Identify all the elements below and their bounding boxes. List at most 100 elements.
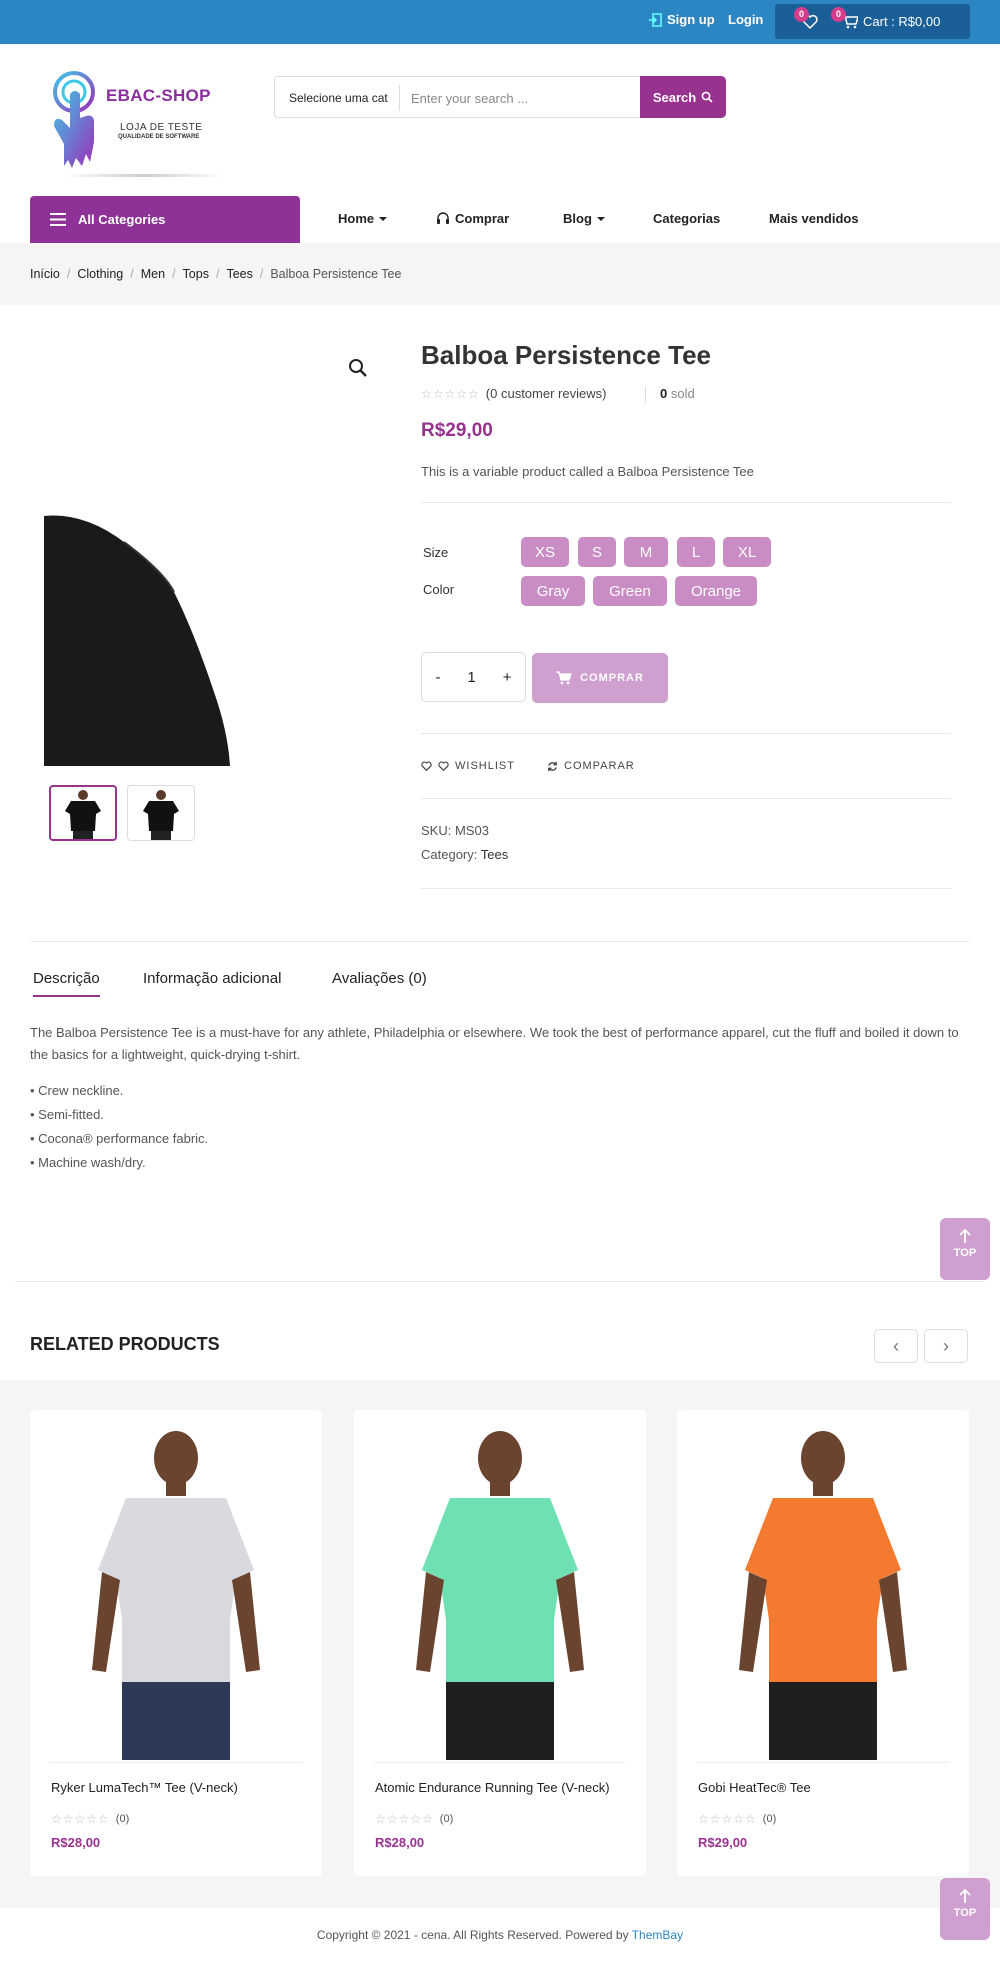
category-label: Category: (421, 847, 478, 862)
divider (421, 733, 951, 734)
breadcrumb-link-men[interactable]: Men (141, 267, 165, 281)
logo-shadow (64, 174, 224, 177)
nav-home-label: Home (338, 211, 375, 226)
card-divider (50, 1762, 302, 1763)
feature-list: • Crew neckline. • Semi-fitted. • Cocona… (30, 1079, 208, 1175)
nav-comprar-label: Comprar (455, 211, 510, 226)
product-card-image[interactable] (40, 1420, 312, 1760)
star-rating-icon: ☆☆☆☆☆ (375, 1812, 434, 1826)
product-thumbnail-front[interactable] (49, 785, 117, 841)
product-card-name[interactable]: Atomic Endurance Running Tee (V-neck) (375, 1780, 610, 1795)
breadcrumb-current: Balboa Persistence Tee (270, 267, 402, 281)
search-category-select[interactable]: Selecione uma cat (289, 91, 388, 105)
signup-label: Sign up (667, 12, 715, 27)
qty-plus-button[interactable]: + (503, 669, 512, 686)
breadcrumb-link-tees[interactable]: Tees (226, 267, 252, 281)
arrow-up-icon (959, 1228, 971, 1243)
category-link[interactable]: Tees (481, 847, 508, 862)
feature-item: • Semi-fitted. (30, 1107, 104, 1122)
chevron-down-icon (596, 216, 605, 221)
carousel-next-button[interactable]: › (924, 1329, 968, 1363)
divider (15, 1281, 985, 1282)
divider (30, 941, 970, 942)
size-option-m[interactable]: M (624, 537, 668, 567)
nav-categorias-label: Categorias (653, 211, 721, 226)
product-card-review-count: (0) (115, 1813, 130, 1825)
color-option-gray[interactable]: Gray (521, 576, 585, 606)
heart-icon (438, 761, 449, 771)
sku-label: SKU: (421, 823, 452, 838)
all-categories-button[interactable]: All Categories (30, 196, 300, 243)
wishlist-link[interactable]: WISHLIST (421, 760, 515, 772)
tab-avaliacoes[interactable]: Avaliações (0) (332, 970, 427, 987)
tab-informacao-adicional[interactable]: Informação adicional (143, 970, 281, 987)
size-option-xl[interactable]: XL (723, 537, 771, 567)
nav-item-home[interactable]: Home (338, 211, 388, 226)
tab-descricao[interactable]: Descrição (33, 970, 100, 997)
product-card-price: R$29,00 (698, 1835, 748, 1850)
logo-subtagline: QUALIDADE DE SOFTWARE (118, 134, 200, 140)
divider (421, 502, 951, 503)
compare-label: COMPARAR (564, 760, 635, 772)
qty-minus-button[interactable]: - (435, 669, 440, 686)
back-to-top-button[interactable]: TOP (940, 1218, 990, 1280)
review-count-link[interactable]: (0 customer reviews) (486, 386, 607, 401)
footer-link-thembay[interactable]: ThemBay (632, 1928, 683, 1942)
product-card[interactable]: Atomic Endurance Running Tee (V-neck) ☆☆… (354, 1410, 646, 1876)
product-price: R$29,00 (421, 420, 493, 441)
thumbnail-shirt-front (65, 790, 101, 839)
sold-number: 0 (660, 386, 668, 401)
search-button[interactable]: Search (640, 76, 726, 118)
product-card-price: R$28,00 (375, 1835, 425, 1850)
qty-input[interactable]: 1 (467, 669, 475, 686)
card-divider (374, 1762, 626, 1763)
cart-total[interactable]: Cart : R$0,00 (863, 14, 940, 29)
product-card-name[interactable]: Gobi HeatTec® Tee (698, 1780, 811, 1795)
copyright-text: Copyright © 2021 - cena. All Rights Rese… (316, 1928, 629, 1942)
product-thumbnail-back[interactable] (127, 785, 195, 841)
size-option-xs[interactable]: XS (521, 537, 569, 567)
size-option-l[interactable]: L (677, 537, 715, 567)
product-card-price: R$28,00 (51, 1835, 101, 1850)
divider (421, 798, 951, 799)
carousel-prev-button[interactable]: ‹ (874, 1329, 918, 1363)
zoom-icon[interactable] (346, 356, 370, 380)
product-card[interactable]: Ryker LumaTech™ Tee (V-neck) ☆☆☆☆☆ (0) R$… (30, 1410, 322, 1876)
product-short-description: This is a variable product called a Balb… (421, 464, 754, 479)
product-category: Category: Tees (421, 847, 508, 862)
signup-link[interactable]: Sign up (648, 12, 715, 27)
cart-box[interactable]: 0 0 Cart : R$0,00 (775, 4, 970, 39)
login-link[interactable]: Login (728, 12, 763, 27)
nav-item-categorias[interactable]: Categorias (653, 211, 720, 226)
breadcrumb-separator: / (215, 267, 220, 281)
back-to-top-label: TOP (953, 1247, 977, 1259)
nav-item-blog[interactable]: Blog (563, 211, 605, 226)
product-card[interactable]: Gobi HeatTec® Tee ☆☆☆☆☆ (0) R$29,00 (677, 1410, 969, 1876)
sold-label: sold (670, 386, 695, 401)
nav-item-comprar[interactable]: Comprar (436, 211, 509, 226)
product-card-image[interactable] (364, 1420, 636, 1760)
add-to-cart-button[interactable]: COMPRAR (532, 653, 668, 703)
site-logo[interactable]: EBAC-SHOP LOJA DE TESTE QUALIDADE DE SOF… (44, 70, 224, 180)
product-card-name[interactable]: Ryker LumaTech™ Tee (V-neck) (51, 1780, 238, 1795)
size-label: Size (423, 545, 449, 560)
product-title: Balboa Persistence Tee (421, 340, 711, 370)
product-main-image[interactable] (44, 512, 230, 766)
compare-link[interactable]: COMPARAR (547, 760, 635, 772)
heart-icon (421, 761, 432, 771)
color-label: Color (423, 582, 455, 597)
logo-brand: EBAC-SHOP (106, 86, 211, 105)
chevron-down-icon (379, 216, 388, 221)
search-input[interactable] (411, 85, 631, 111)
size-option-s[interactable]: S (578, 537, 616, 567)
breadcrumb-link-clothing[interactable]: Clothing (77, 267, 123, 281)
breadcrumb-link-inicio[interactable]: Início (30, 267, 60, 281)
divider (421, 888, 951, 889)
nav-item-mais-vendidos[interactable]: Mais vendidos (769, 211, 859, 226)
product-card-rating: ☆☆☆☆☆ (0) (375, 1812, 453, 1826)
product-card-image[interactable] (687, 1420, 959, 1760)
cart-count-badge: 0 (831, 7, 846, 22)
color-option-orange[interactable]: Orange (675, 576, 757, 606)
breadcrumb-link-tops[interactable]: Tops (183, 267, 209, 281)
color-option-green[interactable]: Green (593, 576, 667, 606)
